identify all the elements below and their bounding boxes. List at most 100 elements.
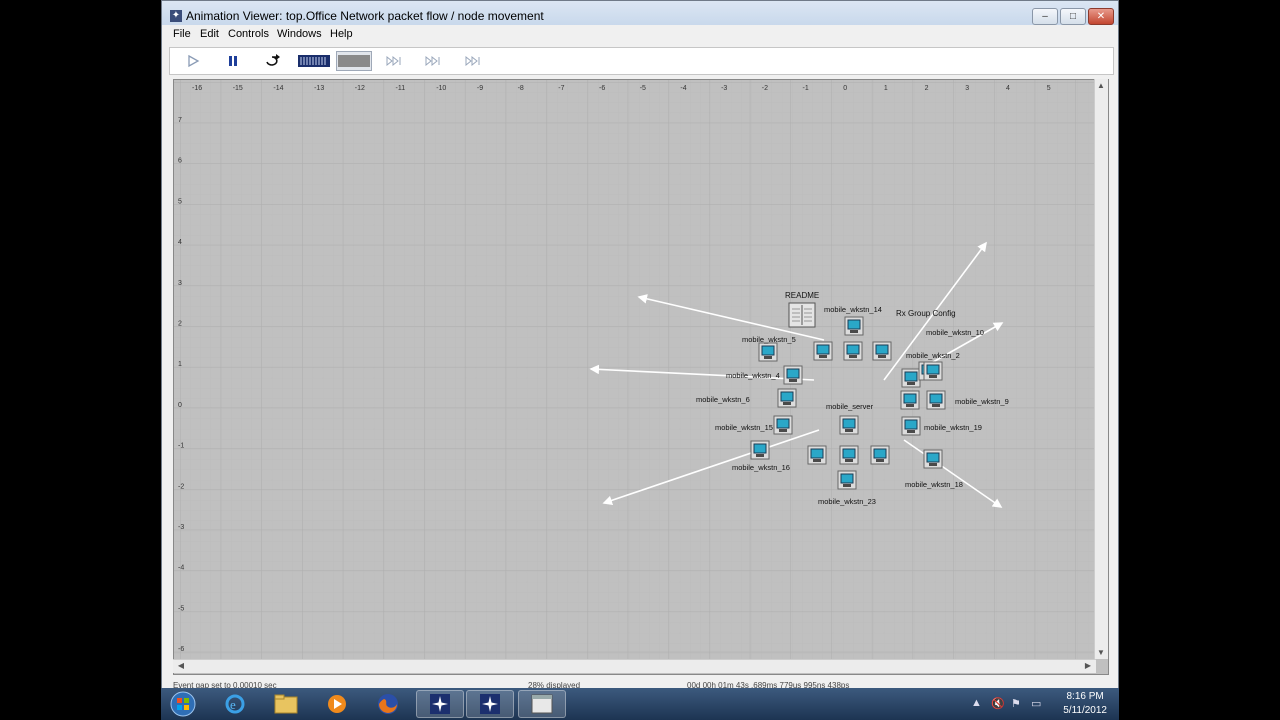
- pause-icon: [229, 56, 237, 66]
- minimize-button[interactable]: –: [1032, 8, 1058, 25]
- workstation-node[interactable]: [758, 342, 778, 362]
- workstation-node[interactable]: [839, 415, 859, 435]
- app-star-icon: [430, 694, 450, 714]
- workstation-icon[interactable]: [870, 445, 890, 465]
- taskbar-explorer[interactable]: [262, 690, 310, 718]
- speed-slow-icon: [298, 55, 330, 67]
- horizontal-scrollbar[interactable]: ◀ ▶: [173, 659, 1096, 673]
- firefox-icon: [378, 694, 398, 714]
- workstation-node[interactable]: [901, 416, 921, 436]
- taskbar-media-player[interactable]: [313, 690, 361, 718]
- menu-help[interactable]: Help: [330, 28, 353, 40]
- node-label: mobile_wkstn_2: [906, 351, 960, 360]
- taskbar-app-1[interactable]: [416, 690, 464, 718]
- node-label: mobile_server: [826, 402, 874, 411]
- scroll-right-icon[interactable]: ▶: [1082, 661, 1094, 670]
- window-icon: [531, 694, 553, 714]
- workstation-icon[interactable]: [813, 341, 833, 361]
- workstation-node[interactable]: [837, 470, 857, 490]
- speed-slow-control[interactable]: [297, 51, 331, 71]
- readme-note[interactable]: [788, 302, 816, 328]
- taskbar-firefox[interactable]: [364, 690, 412, 718]
- vertical-scrollbar[interactable]: ▲ ▼: [1094, 79, 1108, 659]
- step-forward-icon: [386, 56, 401, 66]
- action-center-icon[interactable]: ▭: [1031, 697, 1041, 710]
- menu-controls[interactable]: Controls: [228, 28, 269, 40]
- app-icon: ✦: [170, 10, 182, 22]
- node-label: mobile_wkstn_23: [818, 497, 876, 506]
- workstation-node[interactable]: [923, 449, 943, 469]
- menu-file[interactable]: File: [173, 28, 191, 40]
- folder-icon: [274, 694, 298, 714]
- workstation-icon[interactable]: [843, 341, 863, 361]
- play-button[interactable]: [182, 51, 204, 71]
- animation-canvas[interactable]: -16 -15 -14 -13 -12 -11 -10 -9 -8 -7 -6 -5 -4 -3 -2 -1 0…: [173, 79, 1109, 675]
- close-button[interactable]: ✕: [1088, 8, 1114, 25]
- scroll-up-icon[interactable]: ▲: [1095, 81, 1107, 90]
- x-tick-label: -16: [192, 85, 202, 92]
- workstation-node[interactable]: [926, 390, 946, 410]
- speed-fast-icon: [338, 55, 370, 67]
- replay-button[interactable]: [262, 51, 284, 71]
- maximize-button[interactable]: □: [1060, 8, 1086, 25]
- start-button[interactable]: [163, 690, 203, 718]
- taskbar-app-3[interactable]: [518, 690, 566, 718]
- workstation-node[interactable]: [783, 365, 803, 385]
- play-icon: [188, 54, 200, 68]
- x-tick-label: -5: [640, 85, 646, 92]
- y-tick-label: -5: [178, 605, 184, 612]
- x-tick-label: -7: [558, 85, 564, 92]
- node-label: mobile_wkstn_15: [715, 423, 773, 432]
- taskbar-ie[interactable]: e: [211, 690, 259, 718]
- rx-group-config-label: Rx Group Config: [896, 309, 956, 318]
- workstation-icon[interactable]: [872, 341, 892, 361]
- step-forward-button-3[interactable]: [463, 51, 485, 71]
- workstation-node[interactable]: [844, 316, 864, 336]
- x-tick-label: 3: [965, 85, 969, 92]
- media-player-icon: [328, 695, 346, 713]
- y-tick-label: 4: [178, 239, 182, 246]
- toolbar: [169, 47, 1114, 75]
- show-hidden-icons[interactable]: ▲: [971, 697, 982, 709]
- node-label: mobile_wkstn_14: [824, 305, 882, 314]
- step-forward-button-1[interactable]: [384, 51, 406, 71]
- y-tick-label: 0: [178, 402, 182, 409]
- network-view[interactable]: -16 -15 -14 -13 -12 -11 -10 -9 -8 -7 -6 -5 -4 -3 -2 -1 0…: [174, 80, 1095, 660]
- menu-edit[interactable]: Edit: [200, 28, 219, 40]
- scroll-down-icon[interactable]: ▼: [1095, 648, 1107, 657]
- workstation-icon[interactable]: [807, 445, 827, 465]
- readme-label: README: [785, 291, 819, 300]
- windows-start-icon: [170, 691, 196, 717]
- x-tick-label: -14: [273, 85, 283, 92]
- clock-date: 5/11/2012: [1063, 705, 1107, 716]
- volume-muted-icon[interactable]: 🔇: [991, 697, 1005, 710]
- taskbar-app-2[interactable]: [466, 690, 514, 718]
- node-label: mobile_wkstn_19: [924, 423, 982, 432]
- workstation-icon[interactable]: [839, 445, 859, 465]
- step-forward-button-2[interactable]: [423, 51, 445, 71]
- x-tick-label: -8: [518, 85, 524, 92]
- x-tick-label: -4: [680, 85, 686, 92]
- network-warning-icon[interactable]: ⚑: [1011, 697, 1021, 710]
- menu-bar: File Edit Controls Windows Help: [162, 25, 1118, 43]
- internet-explorer-icon: e: [225, 694, 245, 714]
- workstation-node[interactable]: [773, 415, 793, 435]
- node-label: mobile_wkstn_6: [696, 395, 750, 404]
- animation-viewer-window: ✦ Animation Viewer: top.Office Network p…: [161, 0, 1119, 689]
- pause-button[interactable]: [222, 51, 244, 71]
- workstation-icon[interactable]: [900, 390, 920, 410]
- node-label: mobile_wkstn_16: [732, 463, 790, 472]
- x-tick-label: 1: [884, 85, 888, 92]
- workstation-node[interactable]: [750, 440, 770, 460]
- menu-windows[interactable]: Windows: [277, 28, 322, 40]
- x-tick-label: -2: [762, 85, 768, 92]
- x-tick-label: -3: [721, 85, 727, 92]
- speed-fast-control[interactable]: [336, 51, 372, 71]
- taskbar-clock[interactable]: 8:16 PM 5/11/2012: [1063, 690, 1107, 718]
- scroll-left-icon[interactable]: ◀: [175, 661, 187, 670]
- workstation-node[interactable]: [777, 388, 797, 408]
- x-tick-label: -9: [477, 85, 483, 92]
- workstation-icon[interactable]: [901, 368, 921, 388]
- y-tick-label: -1: [178, 443, 184, 450]
- workstation-node[interactable]: [923, 361, 943, 381]
